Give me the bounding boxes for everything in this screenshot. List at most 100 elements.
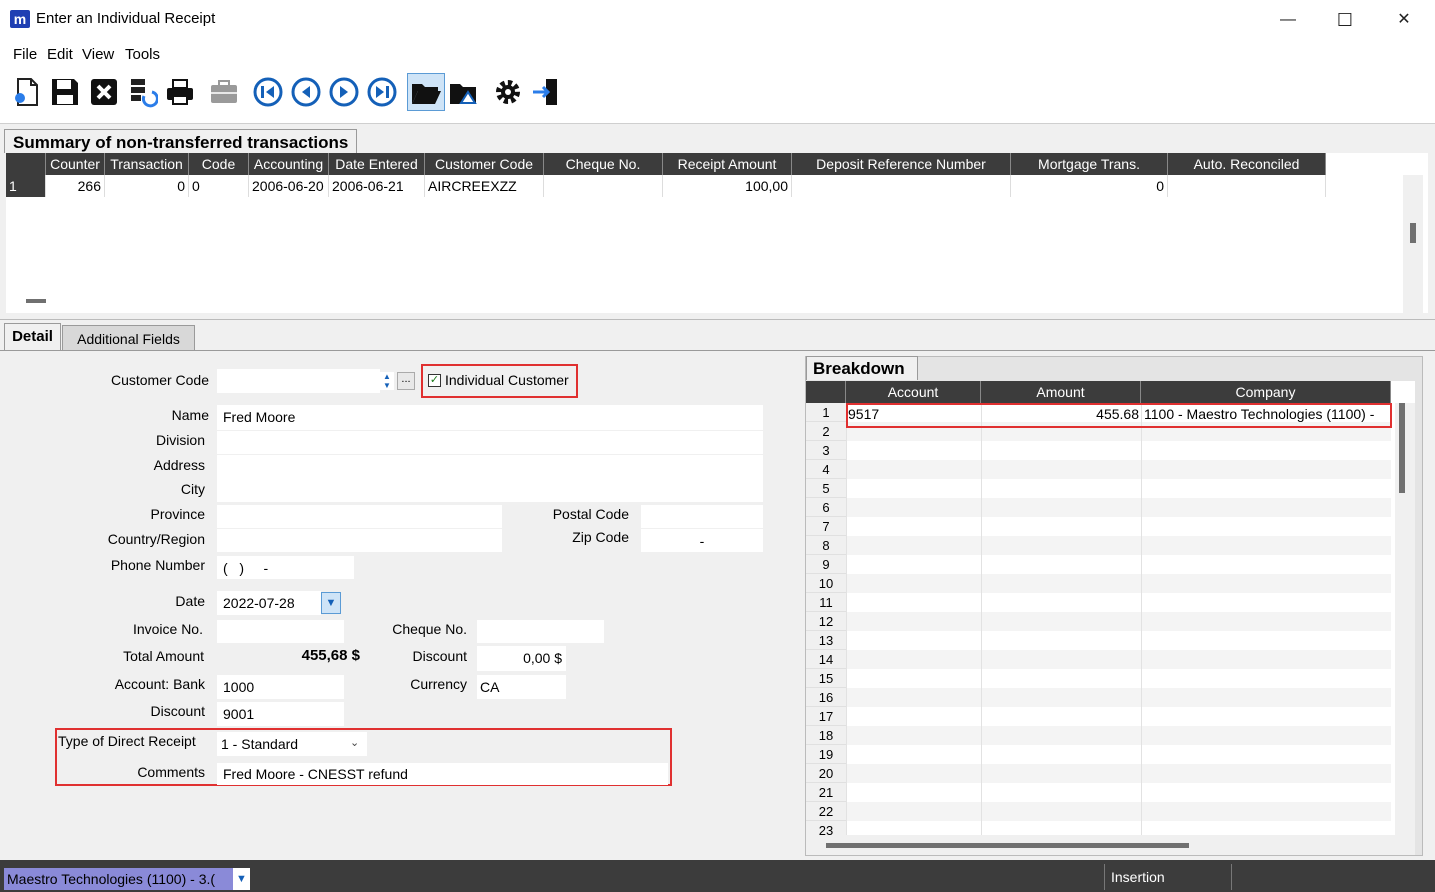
- date-input[interactable]: 2022-07-28: [217, 591, 321, 615]
- type-chevron-down-icon[interactable]: ⌄: [350, 736, 359, 749]
- col-date-entered[interactable]: Date Entered: [329, 153, 425, 175]
- name-input[interactable]: Fred Moore: [217, 405, 763, 430]
- comments-label: Comments: [137, 764, 205, 780]
- col-mortgage[interactable]: Mortgage Trans.: [1011, 153, 1168, 175]
- scrollbar-thumb[interactable]: [826, 843, 1189, 848]
- new-icon[interactable]: [8, 73, 46, 111]
- breakdown-row[interactable]: 22: [806, 802, 1391, 821]
- breakdown-row[interactable]: 13: [806, 631, 1391, 650]
- breakdown-row[interactable]: 14: [806, 650, 1391, 669]
- breakdown-row[interactable]: 23: [806, 821, 1391, 835]
- date-dropdown-chevron-down-icon[interactable]: ▼: [321, 592, 341, 614]
- col-amount[interactable]: Amount: [981, 381, 1141, 403]
- col-deposit-ref[interactable]: Deposit Reference Number: [792, 153, 1011, 175]
- column-separator: [846, 460, 847, 479]
- type-direct-receipt-select[interactable]: 1 - Standard: [217, 732, 367, 756]
- column-separator: [1141, 555, 1142, 574]
- column-separator: [981, 783, 982, 802]
- col-cheque-no[interactable]: Cheque No.: [544, 153, 663, 175]
- menu-file[interactable]: File: [13, 46, 37, 63]
- col-accounting[interactable]: Accounting: [249, 153, 329, 175]
- breakdown-row[interactable]: 11: [806, 593, 1391, 612]
- col-company[interactable]: Company: [1141, 381, 1391, 403]
- delete-icon[interactable]: [85, 73, 123, 111]
- breakdown-horizontal-scrollbar[interactable]: [806, 835, 1415, 855]
- breakdown-row[interactable]: 3: [806, 441, 1391, 460]
- close-button[interactable]: ✕: [1384, 6, 1424, 34]
- breakdown-row[interactable]: 15: [806, 669, 1391, 688]
- division-input[interactable]: [217, 431, 763, 454]
- address-input[interactable]: [217, 455, 763, 502]
- country-input[interactable]: [217, 529, 502, 552]
- discount-amount-input[interactable]: 0,00 $: [477, 646, 566, 671]
- customer-code-input[interactable]: [217, 369, 380, 393]
- customer-code-spinner[interactable]: ▲ ▼: [380, 372, 394, 390]
- summary-vertical-scrollbar[interactable]: [1403, 175, 1423, 313]
- breakdown-vertical-scrollbar[interactable]: [1395, 403, 1415, 835]
- breakdown-row[interactable]: 5: [806, 479, 1391, 498]
- company-select[interactable]: Maestro Technologies (1100) - 3.(: [4, 868, 233, 890]
- breakdown-row[interactable]: 21: [806, 783, 1391, 802]
- col-customer-code[interactable]: Customer Code: [425, 153, 544, 175]
- breakdown-row[interactable]: 20: [806, 764, 1391, 783]
- postal-code-input[interactable]: [641, 505, 763, 528]
- scrollbar-thumb[interactable]: [1410, 223, 1416, 243]
- print-icon[interactable]: [161, 73, 199, 111]
- column-separator: [981, 745, 982, 764]
- maximize-button[interactable]: ☐: [1325, 6, 1365, 34]
- breakdown-corner: [806, 381, 846, 403]
- open-folder-icon[interactable]: [407, 73, 445, 111]
- breakdown-row[interactable]: 6: [806, 498, 1391, 517]
- title-bar: m Enter an Individual Receipt — ☐ ✕: [0, 0, 1435, 40]
- next-icon[interactable]: [325, 73, 363, 111]
- summary-horizontal-scrollbar[interactable]: [26, 299, 46, 303]
- column-separator: [846, 555, 847, 574]
- menu-view[interactable]: View: [82, 46, 114, 63]
- currency-input[interactable]: CA: [477, 675, 566, 699]
- cheque-input[interactable]: [477, 620, 604, 643]
- customer-lookup-button[interactable]: ...: [397, 372, 415, 390]
- discount-account-input[interactable]: 9001: [217, 702, 344, 726]
- breakdown-row[interactable]: 9: [806, 555, 1391, 574]
- province-input[interactable]: [217, 505, 502, 528]
- briefcase-icon[interactable]: [205, 73, 243, 111]
- breakdown-row[interactable]: 4: [806, 460, 1391, 479]
- tab-additional-fields[interactable]: Additional Fields: [62, 325, 195, 351]
- col-receipt-amount[interactable]: Receipt Amount: [663, 153, 792, 175]
- breakdown-row[interactable]: 7: [806, 517, 1391, 536]
- menu-tools[interactable]: Tools: [125, 46, 160, 63]
- company-chevron-down-icon[interactable]: ▼: [233, 868, 250, 890]
- col-code[interactable]: Code: [189, 153, 249, 175]
- col-transaction[interactable]: Transaction: [105, 153, 189, 175]
- minimize-button[interactable]: —: [1268, 6, 1308, 34]
- phone-input[interactable]: ( ) -: [217, 556, 354, 579]
- col-auto-reconciled[interactable]: Auto. Reconciled: [1168, 153, 1326, 175]
- breakdown-row[interactable]: 19: [806, 745, 1391, 764]
- tab-detail[interactable]: Detail: [4, 323, 61, 351]
- transfer-icon[interactable]: [123, 73, 161, 111]
- scrollbar-thumb[interactable]: [1399, 403, 1405, 493]
- breakdown-row[interactable]: 18: [806, 726, 1391, 745]
- col-counter[interactable]: Counter: [46, 153, 105, 175]
- first-icon[interactable]: [249, 73, 287, 111]
- breakdown-row[interactable]: 12: [806, 612, 1391, 631]
- column-separator: [981, 479, 982, 498]
- column-separator: [846, 536, 847, 555]
- breakdown-row[interactable]: 10: [806, 574, 1391, 593]
- save-icon[interactable]: [46, 73, 84, 111]
- col-account[interactable]: Account: [846, 381, 981, 403]
- invoice-input[interactable]: [217, 620, 344, 643]
- zip-code-input[interactable]: -: [641, 529, 763, 552]
- individual-customer-checkbox[interactable]: ✓: [428, 374, 441, 387]
- previous-icon[interactable]: [287, 73, 325, 111]
- settings-icon[interactable]: [489, 73, 527, 111]
- bank-account-input[interactable]: 1000: [217, 675, 344, 699]
- breakdown-row[interactable]: 17: [806, 707, 1391, 726]
- menu-edit[interactable]: Edit: [47, 46, 73, 63]
- exit-icon[interactable]: [527, 73, 565, 111]
- last-icon[interactable]: [363, 73, 401, 111]
- comments-input[interactable]: Fred Moore - CNESST refund: [217, 763, 668, 785]
- breakdown-row[interactable]: 16: [806, 688, 1391, 707]
- folder-search-icon[interactable]: [445, 73, 483, 111]
- breakdown-row[interactable]: 8: [806, 536, 1391, 555]
